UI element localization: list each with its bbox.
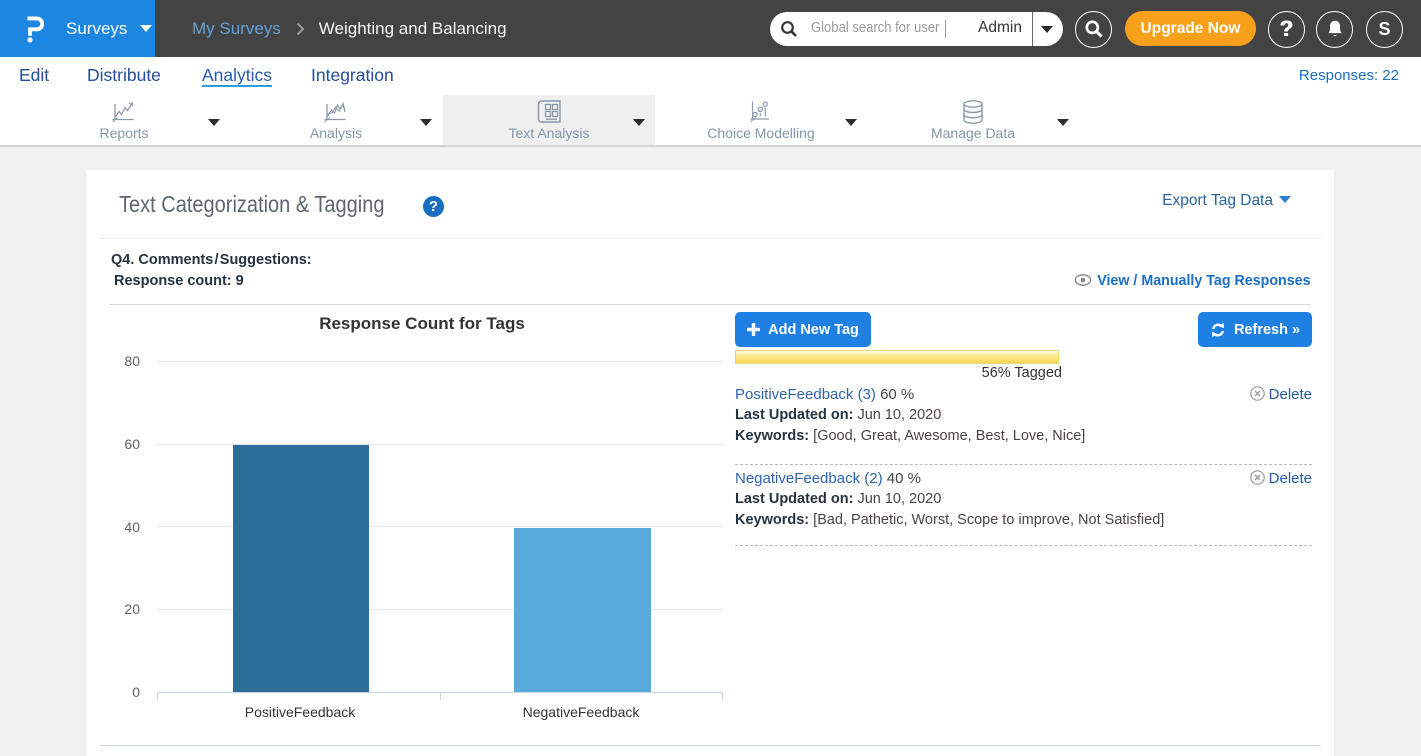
svg-text:NegativeFeedback: NegativeFeedback [523,704,641,720]
svg-text:80: 80 [124,353,140,369]
svg-text:40: 40 [124,519,140,535]
svg-text:60: 60 [124,436,140,452]
svg-text:PositiveFeedback: PositiveFeedback [245,704,357,720]
svg-text:20: 20 [124,601,140,617]
svg-text:Response Count for Tags: Response Count for Tags [319,314,525,333]
svg-text:0: 0 [132,684,140,700]
